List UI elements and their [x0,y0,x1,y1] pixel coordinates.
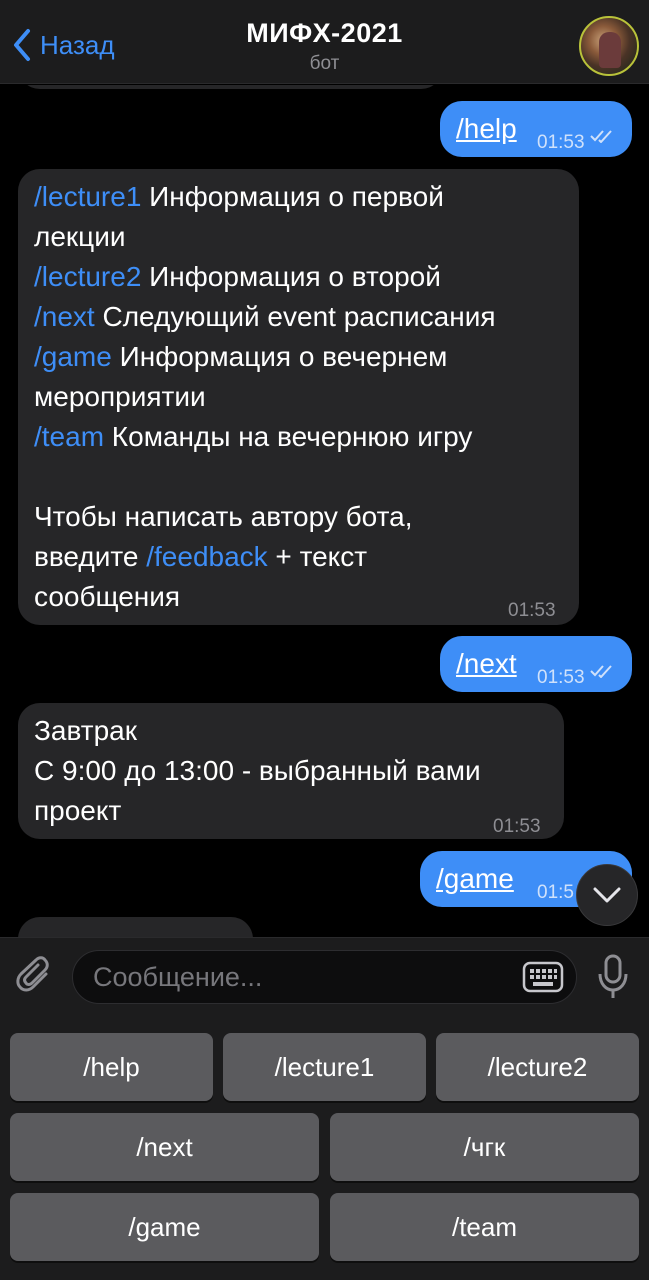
command-link[interactable]: /next [456,644,517,684]
keyboard-icon[interactable] [522,961,564,993]
message-text: мероприятии [34,381,206,412]
message-text: Информация о второй [141,261,441,292]
bot-avatar[interactable] [579,16,639,76]
bot-command-button[interactable]: /lecture1 [223,1033,426,1101]
message-bubble-partial [18,85,443,89]
message-line: /lecture2 Информация о второй [34,257,574,297]
bot-reply-keyboard: /help /lecture1 /lecture2 /next /чгк /ga… [0,1017,649,1280]
chat-subtitle: бот [309,53,340,74]
read-checkmarks-icon [590,130,612,143]
message-bubble-outgoing[interactable]: /next 01:53 [440,636,632,692]
read-checkmarks-icon [590,665,612,678]
message-bubble-partial [18,917,253,937]
command-link[interactable]: /game [436,859,514,899]
message-time: 01:53 [537,132,585,153]
message-text: проект [34,795,122,826]
message-line [34,457,574,497]
bot-command-button[interactable]: /lecture2 [436,1033,639,1101]
bot-command-button[interactable]: /team [330,1193,639,1261]
command-link[interactable]: /next [34,301,95,332]
message-bubble-incoming: /lecture1 Информация о первой лекции /le… [18,169,579,625]
command-link[interactable]: /game [34,341,112,372]
message-line: /team Команды на вечернюю игру [34,417,574,457]
microphone-icon[interactable] [596,954,630,1000]
message-line: введите /feedback + текст [34,537,574,577]
message-line: /game Информация о вечернем [34,337,574,377]
message-time: 01:53 [493,816,541,837]
message-line: /lecture1 Информация о первой [34,177,574,217]
message-list[interactable]: /help 01:53 /lecture1 Информация о перво… [0,85,649,937]
message-text: Следующий event расписания [94,301,496,332]
message-line: мероприятии [34,377,574,417]
message-input-bar [0,937,649,1017]
message-text: сообщения [34,581,181,612]
chat-title[interactable]: МИФХ-2021 [0,18,649,49]
message-text: введите [34,541,147,572]
scroll-down-button[interactable] [576,864,638,926]
message-text: Информация о вечернем [111,341,448,372]
message-text: Чтобы написать автору бота, [34,501,413,532]
message-text: С 9:00 до 13:00 - выбранный вами [34,755,481,786]
message-line: /next Следующий event расписания [34,297,574,337]
message-text: + текст [267,541,368,572]
message-input-field[interactable] [72,950,577,1004]
message-line: Завтрак [34,711,559,751]
message-time: 01:5 [537,882,574,903]
message-time: 01:53 [508,600,556,621]
message-text: Завтрак [34,715,137,746]
attach-icon[interactable] [16,956,56,998]
command-link[interactable]: /help [456,109,517,149]
bot-command-button[interactable]: /game [10,1193,319,1261]
message-line: лекции [34,217,574,257]
command-link[interactable]: /team [34,421,104,452]
command-link[interactable]: /lecture1 [34,181,141,212]
bot-command-button[interactable]: /help [10,1033,213,1101]
chevron-down-icon [593,887,621,903]
chat-header: Назад МИФХ-2021 бот [0,0,649,84]
message-text: Команды на вечернюю игру [104,421,473,452]
message-time: 01:53 [537,667,585,688]
message-line: Чтобы написать автору бота, [34,497,574,537]
message-bubble-outgoing[interactable]: /help 01:53 [440,101,632,157]
command-link[interactable]: /lecture2 [34,261,141,292]
command-link[interactable]: /feedback [146,541,267,572]
bot-command-button[interactable]: /чгк [330,1113,639,1181]
message-input[interactable] [93,951,513,1003]
message-text: лекции [34,221,126,252]
bot-command-button[interactable]: /next [10,1113,319,1181]
message-line: сообщения [34,577,574,617]
message-line: проект [34,791,559,831]
message-line: С 9:00 до 13:00 - выбранный вами [34,751,559,791]
message-bubble-incoming: Завтрак С 9:00 до 13:00 - выбранный вами… [18,703,564,839]
message-text: Информация о первой [141,181,444,212]
